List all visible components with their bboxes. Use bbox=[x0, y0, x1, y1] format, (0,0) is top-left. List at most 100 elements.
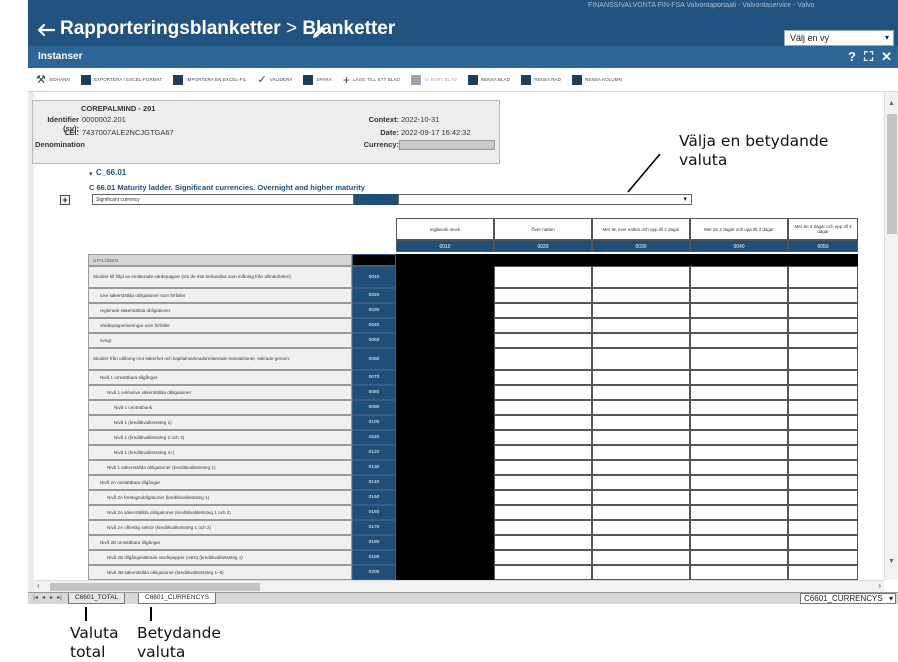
significant-currency-select[interactable]: ▾ bbox=[398, 194, 692, 205]
input-cell[interactable] bbox=[592, 266, 690, 288]
scroll-up-icon[interactable]: ▲ bbox=[888, 100, 895, 107]
last-sheet-icon[interactable]: ▸| bbox=[56, 594, 63, 601]
input-cell[interactable] bbox=[592, 475, 690, 490]
toolbar-item-5[interactable]: + LÄGG TILL ETT BLAD bbox=[339, 70, 404, 90]
input-cell[interactable] bbox=[690, 333, 788, 348]
input-cell[interactable] bbox=[788, 415, 858, 430]
pencil-icon[interactable] bbox=[311, 24, 327, 40]
input-cell[interactable] bbox=[788, 288, 858, 303]
toolbar-item-4[interactable]: SPARA bbox=[299, 70, 335, 90]
toolbar-item-2[interactable]: IMPORTERA EN EXCEL-FIL bbox=[169, 70, 250, 90]
input-cell[interactable] bbox=[788, 535, 858, 550]
input-cell[interactable] bbox=[592, 535, 690, 550]
input-cell[interactable] bbox=[690, 370, 788, 385]
add-sheet-button[interactable]: + bbox=[60, 195, 70, 205]
input-cell[interactable] bbox=[494, 535, 592, 550]
input-cell[interactable] bbox=[494, 303, 592, 318]
input-cell[interactable] bbox=[788, 400, 858, 415]
scroll-left-icon[interactable]: ‹ bbox=[37, 581, 40, 590]
input-cell[interactable] bbox=[592, 333, 690, 348]
template-code[interactable]: C_66.01 bbox=[96, 168, 126, 177]
input-cell[interactable] bbox=[494, 430, 592, 445]
input-cell[interactable] bbox=[788, 266, 858, 288]
input-cell[interactable] bbox=[592, 370, 690, 385]
input-cell[interactable] bbox=[788, 565, 858, 580]
section-toggle[interactable]: ▾ bbox=[89, 170, 93, 178]
input-cell[interactable] bbox=[690, 288, 788, 303]
input-cell[interactable] bbox=[690, 565, 788, 580]
input-cell[interactable] bbox=[690, 505, 788, 520]
input-cell[interactable] bbox=[494, 400, 592, 415]
input-cell[interactable] bbox=[788, 430, 858, 445]
input-cell[interactable] bbox=[592, 303, 690, 318]
input-cell[interactable] bbox=[690, 430, 788, 445]
first-sheet-icon[interactable]: |◂ bbox=[32, 594, 39, 601]
input-cell[interactable] bbox=[788, 520, 858, 535]
input-cell[interactable] bbox=[592, 288, 690, 303]
input-cell[interactable] bbox=[788, 385, 858, 400]
input-cell[interactable] bbox=[592, 318, 690, 333]
view-select[interactable]: Välj en vy ▾ bbox=[784, 30, 894, 46]
input-cell[interactable] bbox=[788, 445, 858, 460]
input-cell[interactable] bbox=[690, 266, 788, 288]
input-cell[interactable] bbox=[690, 400, 788, 415]
input-cell[interactable] bbox=[494, 490, 592, 505]
input-cell[interactable] bbox=[788, 303, 858, 318]
toolbar-item-8[interactable]: RENSA RAD bbox=[517, 70, 565, 90]
input-cell[interactable] bbox=[592, 490, 690, 505]
input-cell[interactable] bbox=[690, 303, 788, 318]
input-cell[interactable] bbox=[592, 565, 690, 580]
horizontal-scroll-thumb[interactable] bbox=[50, 583, 260, 591]
input-cell[interactable] bbox=[788, 370, 858, 385]
input-cell[interactable] bbox=[494, 385, 592, 400]
next-sheet-icon[interactable]: ▸ bbox=[48, 594, 55, 601]
input-cell[interactable] bbox=[592, 445, 690, 460]
input-cell[interactable] bbox=[690, 475, 788, 490]
input-cell[interactable] bbox=[592, 415, 690, 430]
back-arrow-icon[interactable] bbox=[36, 22, 56, 38]
input-cell[interactable] bbox=[592, 385, 690, 400]
vertical-scroll-thumb[interactable] bbox=[887, 114, 897, 234]
input-cell[interactable] bbox=[494, 520, 592, 535]
input-cell[interactable] bbox=[494, 288, 592, 303]
input-cell[interactable] bbox=[494, 460, 592, 475]
prev-sheet-icon[interactable]: ◂ bbox=[40, 594, 47, 601]
toolbar-item-9[interactable]: RENSA KOLUMN bbox=[568, 70, 626, 90]
input-cell[interactable] bbox=[788, 550, 858, 565]
input-cell[interactable] bbox=[494, 318, 592, 333]
input-cell[interactable] bbox=[494, 550, 592, 565]
input-cell[interactable] bbox=[494, 475, 592, 490]
sheet-tab-total[interactable]: C6601_TOTAL bbox=[68, 593, 126, 604]
input-cell[interactable] bbox=[592, 430, 690, 445]
input-cell[interactable] bbox=[592, 505, 690, 520]
input-cell[interactable] bbox=[690, 490, 788, 505]
input-cell[interactable] bbox=[592, 550, 690, 565]
input-cell[interactable] bbox=[788, 475, 858, 490]
input-cell[interactable] bbox=[690, 535, 788, 550]
input-cell[interactable] bbox=[592, 520, 690, 535]
close-icon[interactable]: ✕ bbox=[881, 49, 892, 65]
input-cell[interactable] bbox=[690, 415, 788, 430]
vertical-scrollbar[interactable]: ▲ ▼ bbox=[884, 92, 898, 580]
input-cell[interactable] bbox=[690, 550, 788, 565]
fullscreen-icon[interactable]: ⛶ bbox=[864, 49, 873, 65]
horizontal-scrollbar[interactable]: ‹ › bbox=[34, 580, 884, 592]
input-cell[interactable] bbox=[690, 318, 788, 333]
input-cell[interactable] bbox=[494, 370, 592, 385]
toolbar-item-0[interactable]: ⚒ SIDHANN bbox=[32, 70, 74, 90]
breadcrumb-root[interactable]: Rapporteringsblanketter bbox=[60, 18, 281, 39]
scroll-down-icon[interactable]: ▼ bbox=[888, 558, 895, 565]
toolbar-item-6[interactable]: TA BORT BLAD bbox=[407, 70, 461, 90]
scroll-right-icon[interactable]: › bbox=[878, 581, 881, 590]
input-cell[interactable] bbox=[788, 348, 858, 370]
input-cell[interactable] bbox=[494, 565, 592, 580]
input-cell[interactable] bbox=[788, 333, 858, 348]
input-cell[interactable] bbox=[788, 318, 858, 333]
input-cell[interactable] bbox=[494, 333, 592, 348]
input-cell[interactable] bbox=[592, 460, 690, 475]
input-cell[interactable] bbox=[690, 385, 788, 400]
input-cell[interactable] bbox=[690, 445, 788, 460]
input-cell[interactable] bbox=[690, 348, 788, 370]
input-cell[interactable] bbox=[788, 490, 858, 505]
input-cell[interactable] bbox=[592, 348, 690, 370]
